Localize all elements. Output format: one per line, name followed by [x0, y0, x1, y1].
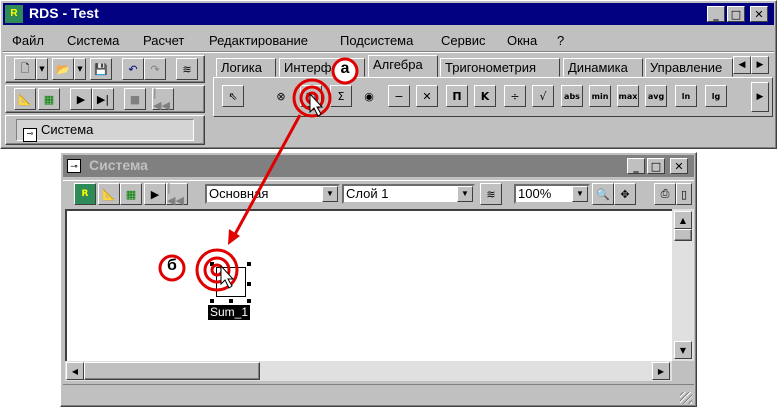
annotation-overlay — [158, 57, 359, 292]
marker-a-label: а — [340, 60, 350, 77]
marker-b-label: б — [167, 257, 177, 274]
drag-arrow-line — [231, 114, 302, 239]
cursor-pointer-icon — [220, 264, 235, 289]
